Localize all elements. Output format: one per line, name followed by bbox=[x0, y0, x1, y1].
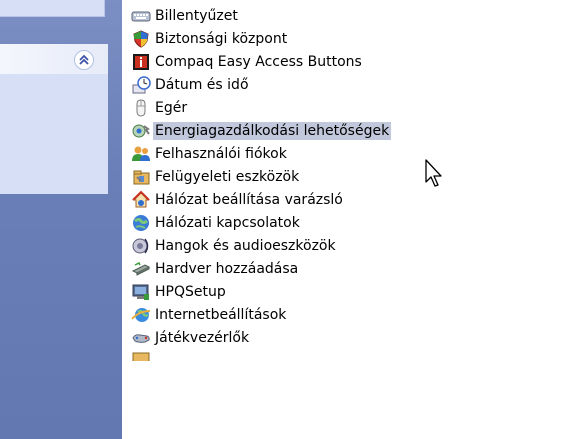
list-item-partial[interactable] bbox=[131, 349, 587, 361]
list-item-internetbeallitasok[interactable]: Internetbeállítások bbox=[131, 303, 587, 326]
item-label: Felhasználói fiókok bbox=[155, 145, 287, 162]
list-item-felhasznaloi-fiokok[interactable]: Felhasználói fiókok bbox=[131, 142, 587, 165]
task-pane-section-body bbox=[0, 74, 108, 194]
item-label: Compaq Easy Access Buttons bbox=[155, 53, 362, 70]
list-item-felugyeleti-eszkozok[interactable]: Felügyeleti eszközök bbox=[131, 165, 587, 188]
item-label: Játékvezérlők bbox=[155, 329, 250, 346]
item-label: Internetbeállítások bbox=[155, 306, 287, 323]
add-hardware-icon bbox=[131, 261, 151, 276]
item-label: Biztonsági központ bbox=[155, 30, 288, 47]
list-item-billentyuzet[interactable]: Billentyűzet bbox=[131, 4, 587, 27]
keyboard-icon bbox=[131, 11, 151, 21]
admin-tools-icon bbox=[133, 170, 150, 184]
list-item-biztonsagi-kozpont[interactable]: Biztonsági központ bbox=[131, 27, 587, 50]
sounds-audio-icon bbox=[132, 238, 149, 253]
list-item-hpqsetup[interactable]: HPQSetup bbox=[131, 280, 587, 303]
list-item-hardver-hozzaadasa[interactable]: Hardver hozzáadása bbox=[131, 257, 587, 280]
list-item-datum-es-ido[interactable]: Dátum és idő bbox=[131, 73, 587, 96]
network-wizard-icon bbox=[132, 190, 150, 207]
folder-icon bbox=[132, 352, 150, 361]
item-label: Egér bbox=[155, 99, 188, 116]
list-item-eger[interactable]: Egér bbox=[131, 96, 587, 119]
security-shield-icon bbox=[133, 29, 149, 48]
list-item-compaq-easy-access[interactable]: Compaq Easy Access Buttons bbox=[131, 50, 587, 73]
item-label: Felügyeleti eszközök bbox=[155, 168, 300, 185]
date-time-icon bbox=[132, 75, 151, 93]
network-connections-icon bbox=[133, 214, 149, 231]
user-accounts-icon bbox=[132, 146, 150, 161]
item-label: Hálózati kapcsolatok bbox=[155, 214, 300, 231]
compaq-info-icon bbox=[133, 53, 149, 70]
mouse-cursor-icon bbox=[425, 159, 442, 187]
list-item-halozati-kapcsolatok[interactable]: Hálózati kapcsolatok bbox=[131, 211, 587, 234]
item-label: Billentyűzet bbox=[155, 7, 238, 24]
list-item-energiagazdalkodas[interactable]: Energiagazdálkodási lehetőségek bbox=[131, 119, 587, 142]
mouse-icon bbox=[136, 98, 146, 117]
item-label: Dátum és idő bbox=[155, 76, 249, 93]
task-pane bbox=[0, 0, 122, 439]
game-controllers-icon bbox=[132, 333, 150, 343]
collapse-chevron-icon[interactable] bbox=[74, 50, 94, 70]
list-item-hangok-es-audio[interactable]: Hangok és audioeszközök bbox=[131, 234, 587, 257]
hpq-setup-icon bbox=[132, 284, 149, 300]
item-label: Hálózat beállítása varázsló bbox=[155, 191, 343, 208]
task-pane-top-section bbox=[0, 0, 105, 17]
control-panel-list: Billentyűzet Biztonsági központ Compaq E… bbox=[131, 4, 587, 361]
list-item-jatekvezerlok[interactable]: Játékvezérlők bbox=[131, 326, 587, 349]
power-options-icon bbox=[132, 124, 150, 137]
item-label: Hangok és audioeszközök bbox=[155, 237, 336, 254]
list-item-halozat-beallitasa[interactable]: Hálózat beállítása varázsló bbox=[131, 188, 587, 211]
internet-options-icon bbox=[131, 307, 151, 322]
item-label: Energiagazdálkodási lehetőségek bbox=[153, 121, 392, 140]
item-label: HPQSetup bbox=[155, 283, 226, 300]
item-label: Hardver hozzáadása bbox=[155, 260, 299, 277]
